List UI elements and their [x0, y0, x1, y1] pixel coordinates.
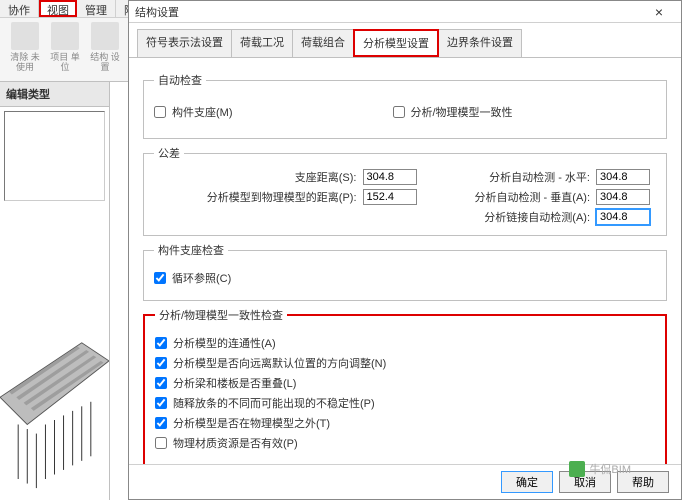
fs-autocheck: 自动检查 构件支座(M) 分析/物理模型一致性 [143, 72, 667, 139]
input-autoh[interactable] [596, 169, 650, 185]
ribbon-tab-coop[interactable]: 协作 [0, 0, 39, 17]
rb-units[interactable]: 项目 单位 [48, 22, 82, 77]
left-header: 编辑类型 [0, 82, 109, 107]
cb-circular[interactable] [154, 272, 166, 284]
left-panel: 编辑类型 [0, 82, 110, 500]
rb-purge[interactable]: 清除 未使用 [8, 22, 42, 77]
rb-struct[interactable]: 结构 设置 [88, 22, 122, 77]
watermark: 牛侃BIM [569, 461, 631, 477]
lbl-circular: 循环参照(C) [172, 270, 231, 286]
fs-supportcheck: 构件支座检查 循环参照(C) [143, 242, 667, 301]
lbl-cc-5: 物理材质资源是否有效(P) [173, 435, 298, 451]
cb-cc-0[interactable] [155, 337, 167, 349]
cb-cc-5[interactable] [155, 437, 167, 449]
tab-symbol[interactable]: 符号表示法设置 [137, 29, 232, 57]
tab-loadcase[interactable]: 荷载工况 [231, 29, 293, 57]
lbl-cc-4: 分析模型是否在物理模型之外(T) [173, 415, 330, 431]
close-icon[interactable]: × [643, 4, 675, 20]
tab-loadcombo[interactable]: 荷载组合 [292, 29, 354, 57]
ok-button[interactable]: 确定 [501, 471, 553, 493]
lbl-suppdist: 支座距离(S): [207, 169, 357, 185]
cb-cc-3[interactable] [155, 397, 167, 409]
legend-consistency: 分析/物理模型一致性检查 [155, 307, 287, 323]
cb-cc-2[interactable] [155, 377, 167, 389]
wechat-icon [569, 461, 585, 477]
ribbon-tab-view[interactable]: 视图 [39, 0, 77, 17]
fs-consistency: 分析/物理模型一致性检查 分析模型的连通性(A) 分析模型是否向远离默认位置的方向… [143, 307, 667, 464]
ribbon-tab-manage[interactable]: 管理 [77, 0, 116, 17]
cb-cc-4[interactable] [155, 417, 167, 429]
legend-supportcheck: 构件支座检查 [154, 242, 228, 258]
legend-tolerance: 公差 [154, 145, 184, 161]
input-autov[interactable] [596, 189, 650, 205]
cb-cc-1[interactable] [155, 357, 167, 369]
lbl-cc-0: 分析模型的连通性(A) [173, 335, 276, 351]
cb-support[interactable] [154, 106, 166, 118]
tab-boundary[interactable]: 边界条件设置 [438, 29, 522, 57]
tab-analytical[interactable]: 分析模型设置 [353, 29, 439, 57]
input-link[interactable] [596, 209, 650, 225]
legend-autocheck: 自动检查 [154, 72, 206, 88]
dialog-struct-settings: 结构设置 × 符号表示法设置 荷载工况 荷载组合 分析模型设置 边界条件设置 自… [128, 0, 682, 500]
input-suppdist[interactable] [363, 169, 417, 185]
lbl-autoh: 分析自动检测 - 水平: [475, 169, 591, 185]
lbl-cc-1: 分析模型是否向远离默认位置的方向调整(N) [173, 355, 386, 371]
lbl-consistency: 分析/物理模型一致性 [411, 104, 513, 120]
input-apdist[interactable] [363, 189, 417, 205]
watermark-text: 牛侃BIM [589, 461, 631, 477]
3d-view[interactable] [0, 240, 109, 500]
cb-consistency[interactable] [393, 106, 405, 118]
lbl-cc-2: 分析梁和楼板是否重叠(L) [173, 375, 296, 391]
model-sketch [0, 240, 109, 500]
lbl-apdist: 分析模型到物理模型的距离(P): [207, 189, 357, 205]
dialog-title: 结构设置 [135, 4, 179, 20]
lbl-autov: 分析自动检测 - 垂直(A): [475, 189, 591, 205]
lbl-link: 分析链接自动检测(A): [475, 209, 591, 225]
fs-tolerance: 公差 支座距离(S): 分析自动检测 - 水平: 分析模型到物理模型的距离(P)… [143, 145, 667, 236]
lbl-support: 构件支座(M) [172, 104, 233, 120]
lbl-cc-3: 随释放条的不同而可能出现的不稳定性(P) [173, 395, 375, 411]
type-editor[interactable] [4, 111, 105, 201]
